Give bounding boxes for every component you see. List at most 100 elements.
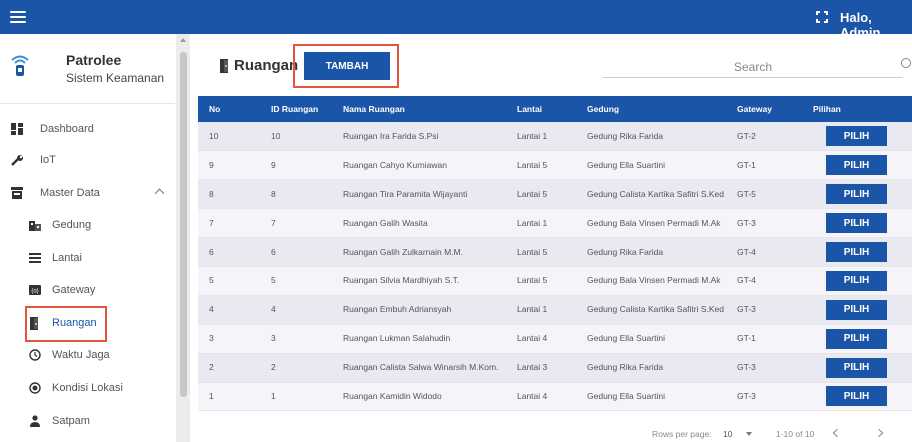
table-cell: Gedung Calista Kartika Safitri S.Ked <box>587 304 725 315</box>
column-header[interactable]: ID Ruangan <box>260 96 332 122</box>
table-cell: Lantai 5 <box>517 246 548 257</box>
column-header[interactable]: Gedung <box>576 96 726 122</box>
table-cell: 3 <box>209 333 214 344</box>
sidebar-item-satpam[interactable]: Satpam <box>0 406 175 436</box>
sidebar-item-label: Dashboard <box>40 123 94 135</box>
chevron-right-icon[interactable] <box>874 428 884 438</box>
pilih-button[interactable]: PILIH <box>826 213 887 234</box>
menu-icon[interactable] <box>10 9 26 25</box>
page-title: Ruangan <box>234 57 299 74</box>
table-cell: Gedung Ella Suartini <box>587 333 665 344</box>
table-cell: GT-3 <box>737 304 756 315</box>
table-row[interactable]: 9 9 Ruangan Cahyo Kurniawan Lantai 5 Gedung … <box>198 150 912 180</box>
table-cell: Gedung Ella Suartini <box>587 390 665 401</box>
table-cell: Ruangan Embuh Adriansyah <box>343 304 452 315</box>
table-cell: 9 <box>209 159 214 170</box>
gateway-icon: (o) <box>28 283 42 297</box>
pilih-button[interactable]: PILIH <box>826 299 887 320</box>
sidebar-item-label: Master Data <box>40 187 100 199</box>
search-input[interactable] <box>603 56 903 78</box>
table-cell: Ruangan Silvia Mardhiyah S.T. <box>343 275 460 286</box>
column-header[interactable]: Gateway <box>726 96 802 122</box>
pilih-button[interactable]: PILIH <box>826 155 887 176</box>
table-row[interactable]: 6 6 Ruangan Galih Zulkarnain M.M. Lantai 5 G… <box>198 237 912 267</box>
table-row[interactable]: 3 3 Ruangan Lukman Salahudin Lantai 4 Gedung… <box>198 324 912 354</box>
table-cell: 4 <box>209 304 214 315</box>
column-header[interactable]: Lantai <box>506 96 576 122</box>
master-data-icon <box>10 186 24 200</box>
table-row[interactable]: 1 1 Ruangan Kamidin Widodo Lantai 4 Gedung E… <box>198 382 912 411</box>
active-item-highlight <box>25 306 107 342</box>
table-cell: 10 <box>271 130 281 141</box>
sidebar-item-iot[interactable]: IoT <box>0 145 175 175</box>
sidebar: Patrolee Sistem Keamanan Dashboard IoT M… <box>0 34 175 442</box>
table-row[interactable]: 10 10 Ruangan Ira Farida S.Psi Lantai 1 Gedu… <box>198 122 912 151</box>
table-cell: Lantai 3 <box>517 362 548 373</box>
table-cell: 3 <box>271 333 276 344</box>
table-row[interactable]: 5 5 Ruangan Silvia Mardhiyah S.T. Lantai 5 G… <box>198 266 912 296</box>
action-cell: PILIH <box>802 324 912 353</box>
scroll-up-arrow-icon[interactable] <box>180 38 186 42</box>
pilih-button[interactable]: PILIH <box>826 328 887 349</box>
brand-subtitle: Sistem Keamanan <box>66 71 165 85</box>
table-cell: GT-1 <box>737 159 756 170</box>
table-cell: Lantai 1 <box>517 217 548 228</box>
table-row[interactable]: 8 8 Ruangan Tira Paramita Wijayanti Lantai … <box>198 179 912 209</box>
chevron-left-icon[interactable] <box>832 428 842 438</box>
sidebar-item-dashboard[interactable]: Dashboard <box>0 114 175 144</box>
wrench-icon <box>10 153 24 167</box>
sidebar-scroll-thumb[interactable] <box>180 52 187 397</box>
sidebar-item-label: Kondisi Lokasi <box>52 382 123 394</box>
table-cell: GT-3 <box>737 390 756 401</box>
pilih-button[interactable]: PILIH <box>826 242 887 262</box>
sidebar-item-lantai[interactable]: Lantai <box>0 243 175 273</box>
table-cell: 4 <box>271 304 276 315</box>
sidebar-item-waktu-jaga[interactable]: Waktu Jaga <box>0 340 175 370</box>
table-cell: Ruangan Calista Salwa Winarsih M.Kom. <box>343 362 499 373</box>
radio-icon <box>28 381 42 395</box>
top-app-bar: Halo, Admin <box>0 0 912 40</box>
sidebar-item-label: Lantai <box>52 252 82 264</box>
fullscreen-icon[interactable] <box>815 10 829 24</box>
table-cell: 5 <box>271 275 276 286</box>
action-cell: PILIH <box>802 295 912 324</box>
table-cell: Gedung Calista Kartika Safitri S.Ked <box>587 188 725 199</box>
table-cell: Lantai 5 <box>517 275 548 286</box>
rows-per-page-select[interactable]: 10 <box>723 429 732 439</box>
table-cell: GT-2 <box>737 130 756 141</box>
sidebar-item-kondisi-lokasi[interactable]: Kondisi Lokasi <box>0 373 175 403</box>
add-button[interactable]: TAMBAH <box>304 52 390 80</box>
chevron-up-icon[interactable] <box>154 188 165 199</box>
sidebar-item-gateway[interactable]: (o) Gateway <box>0 275 175 305</box>
sidebar-item-label: IoT <box>40 154 56 166</box>
pilih-button[interactable]: PILIH <box>826 184 887 205</box>
table-row[interactable]: 4 4 Ruangan Embuh Adriansyah Lantai 1 Gedung… <box>198 295 912 325</box>
door-icon <box>220 59 228 73</box>
action-cell: PILIH <box>802 238 912 267</box>
column-header[interactable]: No <box>198 96 260 122</box>
table-header-row: No ID Ruangan Nama Ruangan Lantai Gedung… <box>198 96 912 122</box>
sidebar-item-label: Gateway <box>52 284 96 296</box>
pilih-button[interactable]: PILIH <box>826 270 887 291</box>
pilih-button[interactable]: PILIH <box>826 357 887 378</box>
search-icon[interactable] <box>901 58 911 68</box>
table-cell: GT-4 <box>737 246 756 257</box>
table-cell: Lantai 1 <box>517 130 548 141</box>
table-pagination: Rows per page: 10 1-10 of 10 <box>190 419 912 442</box>
sidebar-item-label: Waktu Jaga <box>52 349 110 361</box>
table-cell: Ruangan Cahyo Kurniawan <box>343 159 447 170</box>
sidebar-item-gedung[interactable]: Gedung <box>0 210 175 240</box>
table-cell: 2 <box>271 362 276 373</box>
table-row[interactable]: 2 2 Ruangan Calista Salwa Winarsih M.Kom. L… <box>198 353 912 383</box>
column-header[interactable]: Nama Ruangan <box>332 96 506 122</box>
table-cell: GT-4 <box>737 275 756 286</box>
table-row[interactable]: 7 7 Ruangan Galih Wasita Lantai 1 Gedung Bal… <box>198 208 912 238</box>
table-cell: Gedung Ella Suartini <box>587 159 665 170</box>
wifi-logo-icon <box>11 55 29 76</box>
sidebar-item-master-data[interactable]: Master Data <box>0 178 175 208</box>
pilih-button[interactable]: PILIH <box>826 386 887 407</box>
caret-down-icon[interactable] <box>746 432 752 436</box>
table-cell: 8 <box>209 188 214 199</box>
pilih-button[interactable]: PILIH <box>826 126 887 147</box>
table-cell: 1 <box>209 390 214 401</box>
